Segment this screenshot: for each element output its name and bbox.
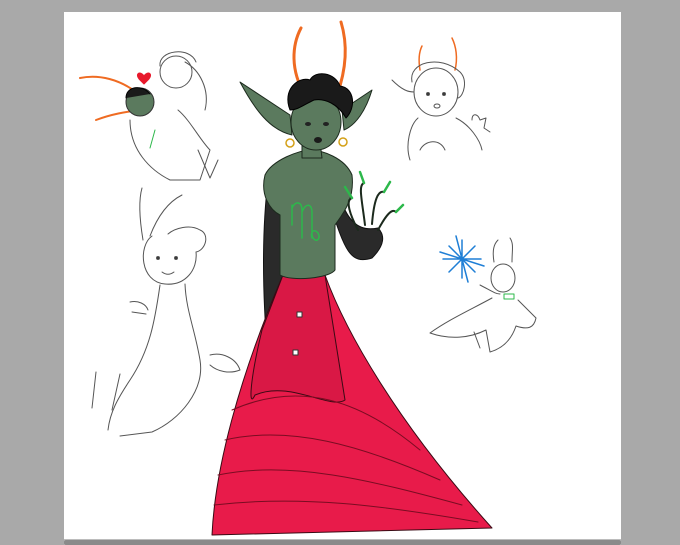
sketch-lounging-troll [91,187,241,437]
main-left-ear [239,81,293,136]
heart-icon [137,72,151,85]
sketch-small-troll-sparkle [429,235,537,353]
sketch-curly-troll-waving [391,37,491,161]
main-troll-figure [211,20,493,536]
horizontal-scrollbar-thumb[interactable] [64,540,621,545]
horizontal-scrollbar[interactable] [64,539,621,545]
main-skirt [211,274,493,536]
drawing-canvas-area[interactable] [0,0,680,545]
sketch-hug-pair [79,51,219,181]
artwork-svg [79,20,537,536]
main-hand [347,182,397,231]
sparkle-icon [439,235,485,283]
